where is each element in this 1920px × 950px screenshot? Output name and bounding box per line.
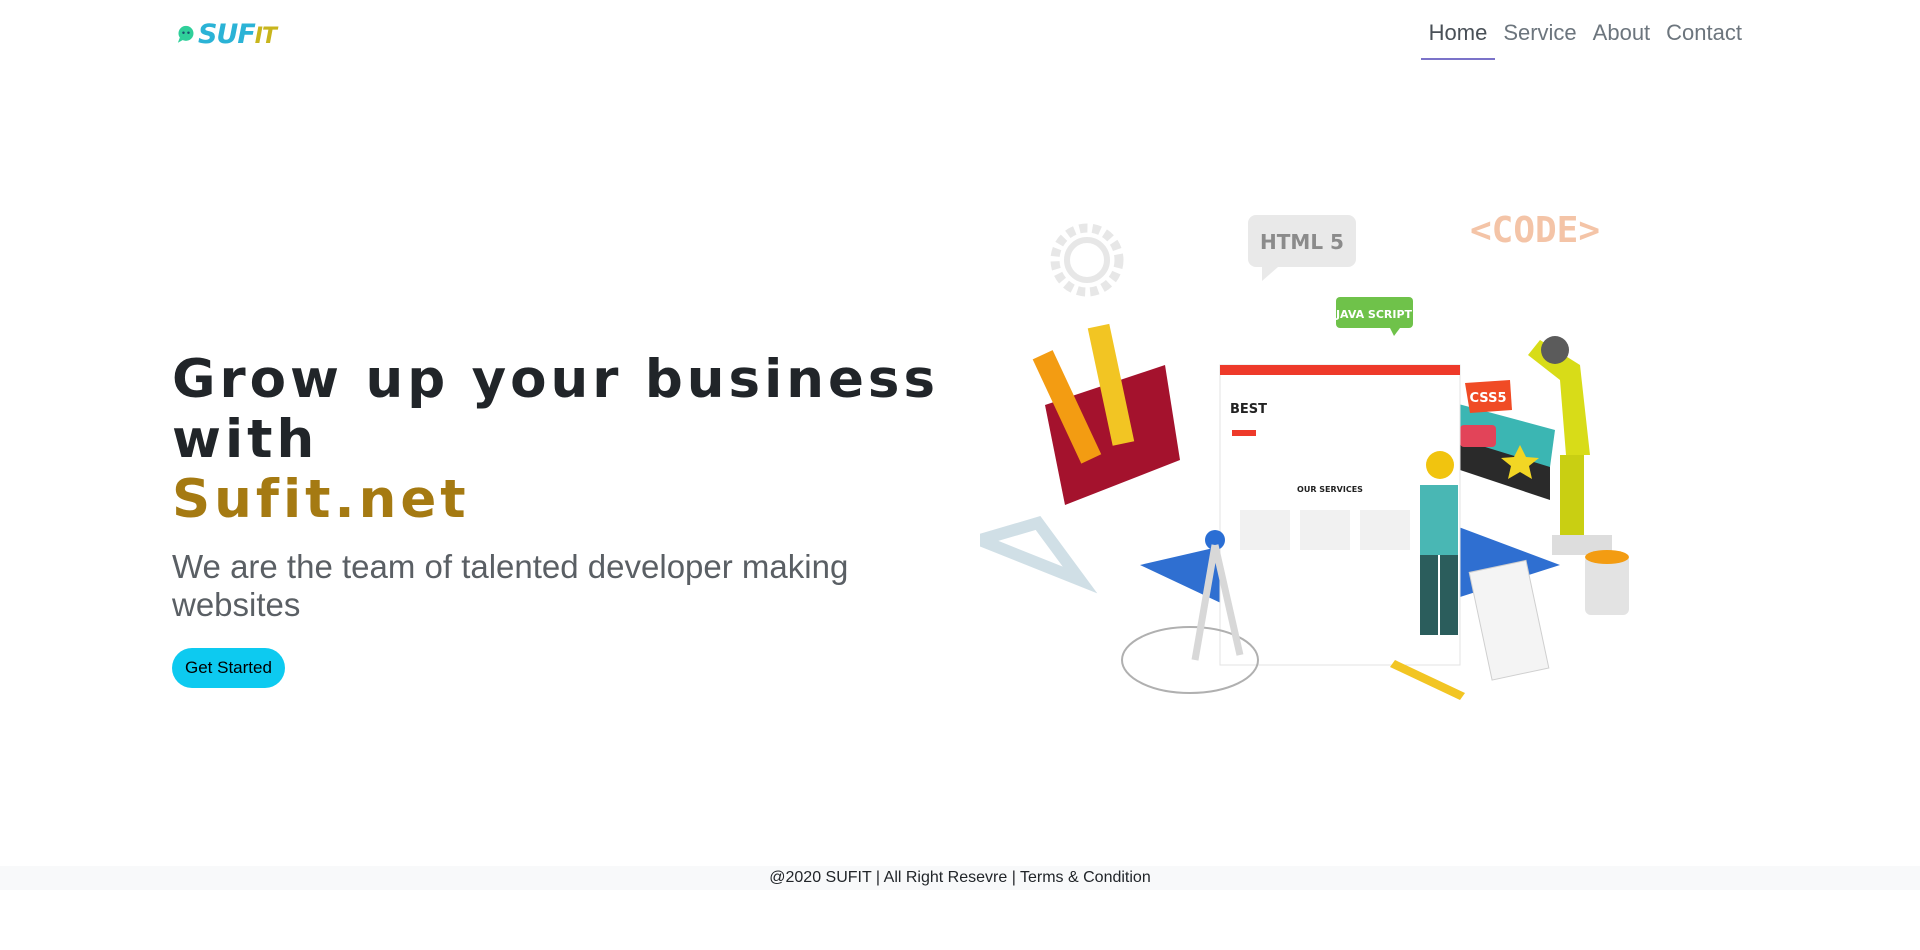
css5-label: CSS5: [1470, 391, 1507, 406]
paint-bucket: [1585, 550, 1629, 615]
toolbox: [1032, 323, 1180, 505]
triangle-ruler: [961, 516, 1098, 594]
get-started-button[interactable]: Get Started: [172, 648, 285, 688]
hero-title: Grow up your business with Sufit.net: [172, 350, 972, 530]
hero-illustration: HTML 5 <CODE> JAVA SCRIPT CSS5 BEST OUR …: [961, 205, 1750, 715]
screen-heading: BEST: [1230, 402, 1267, 417]
screen-section: OUR SERVICES: [1297, 485, 1363, 494]
nav-home[interactable]: Home: [1420, 18, 1496, 60]
footer: @2020 SUFIT | All Right Resevre | Terms …: [0, 866, 1920, 890]
nav-contact[interactable]: Contact: [1658, 18, 1750, 60]
javascript-label: JAVA SCRIPT: [1335, 308, 1413, 321]
code-tag-label: <CODE>: [1470, 210, 1600, 251]
gear-icon: [1050, 223, 1124, 297]
pencil-icon: [1390, 660, 1465, 700]
hero-section: Grow up your business with Sufit.net We …: [172, 350, 972, 688]
footer-text: @2020 SUFIT | All Right Resevre | Terms …: [769, 869, 1151, 886]
hero-title-brand: Sufit.net: [172, 469, 470, 530]
javascript-bubble: JAVA SCRIPT: [1335, 297, 1413, 336]
brand-text: SUFIT: [197, 18, 277, 50]
hero-title-line1: Grow up your business with: [172, 349, 940, 470]
main-nav: Home Service About Contact: [1420, 18, 1750, 60]
chat-bubble-icon: [177, 25, 194, 43]
nav-service[interactable]: Service: [1495, 18, 1584, 60]
stencil-ruler: [1468, 559, 1550, 681]
brand-logo[interactable]: SUFIT: [176, 14, 277, 54]
hero-subtitle: We are the team of talented developer ma…: [172, 548, 849, 623]
html5-label: HTML 5: [1260, 230, 1344, 254]
html5-bubble: HTML 5: [1248, 215, 1356, 281]
css5-tag: CSS5: [1465, 380, 1512, 413]
brand-text-secondary: IT: [254, 23, 277, 49]
nav-about[interactable]: About: [1585, 18, 1659, 60]
brand-text-primary: SUF: [197, 18, 256, 50]
navbar: SUFIT Home Service About Contact: [0, 0, 1920, 68]
